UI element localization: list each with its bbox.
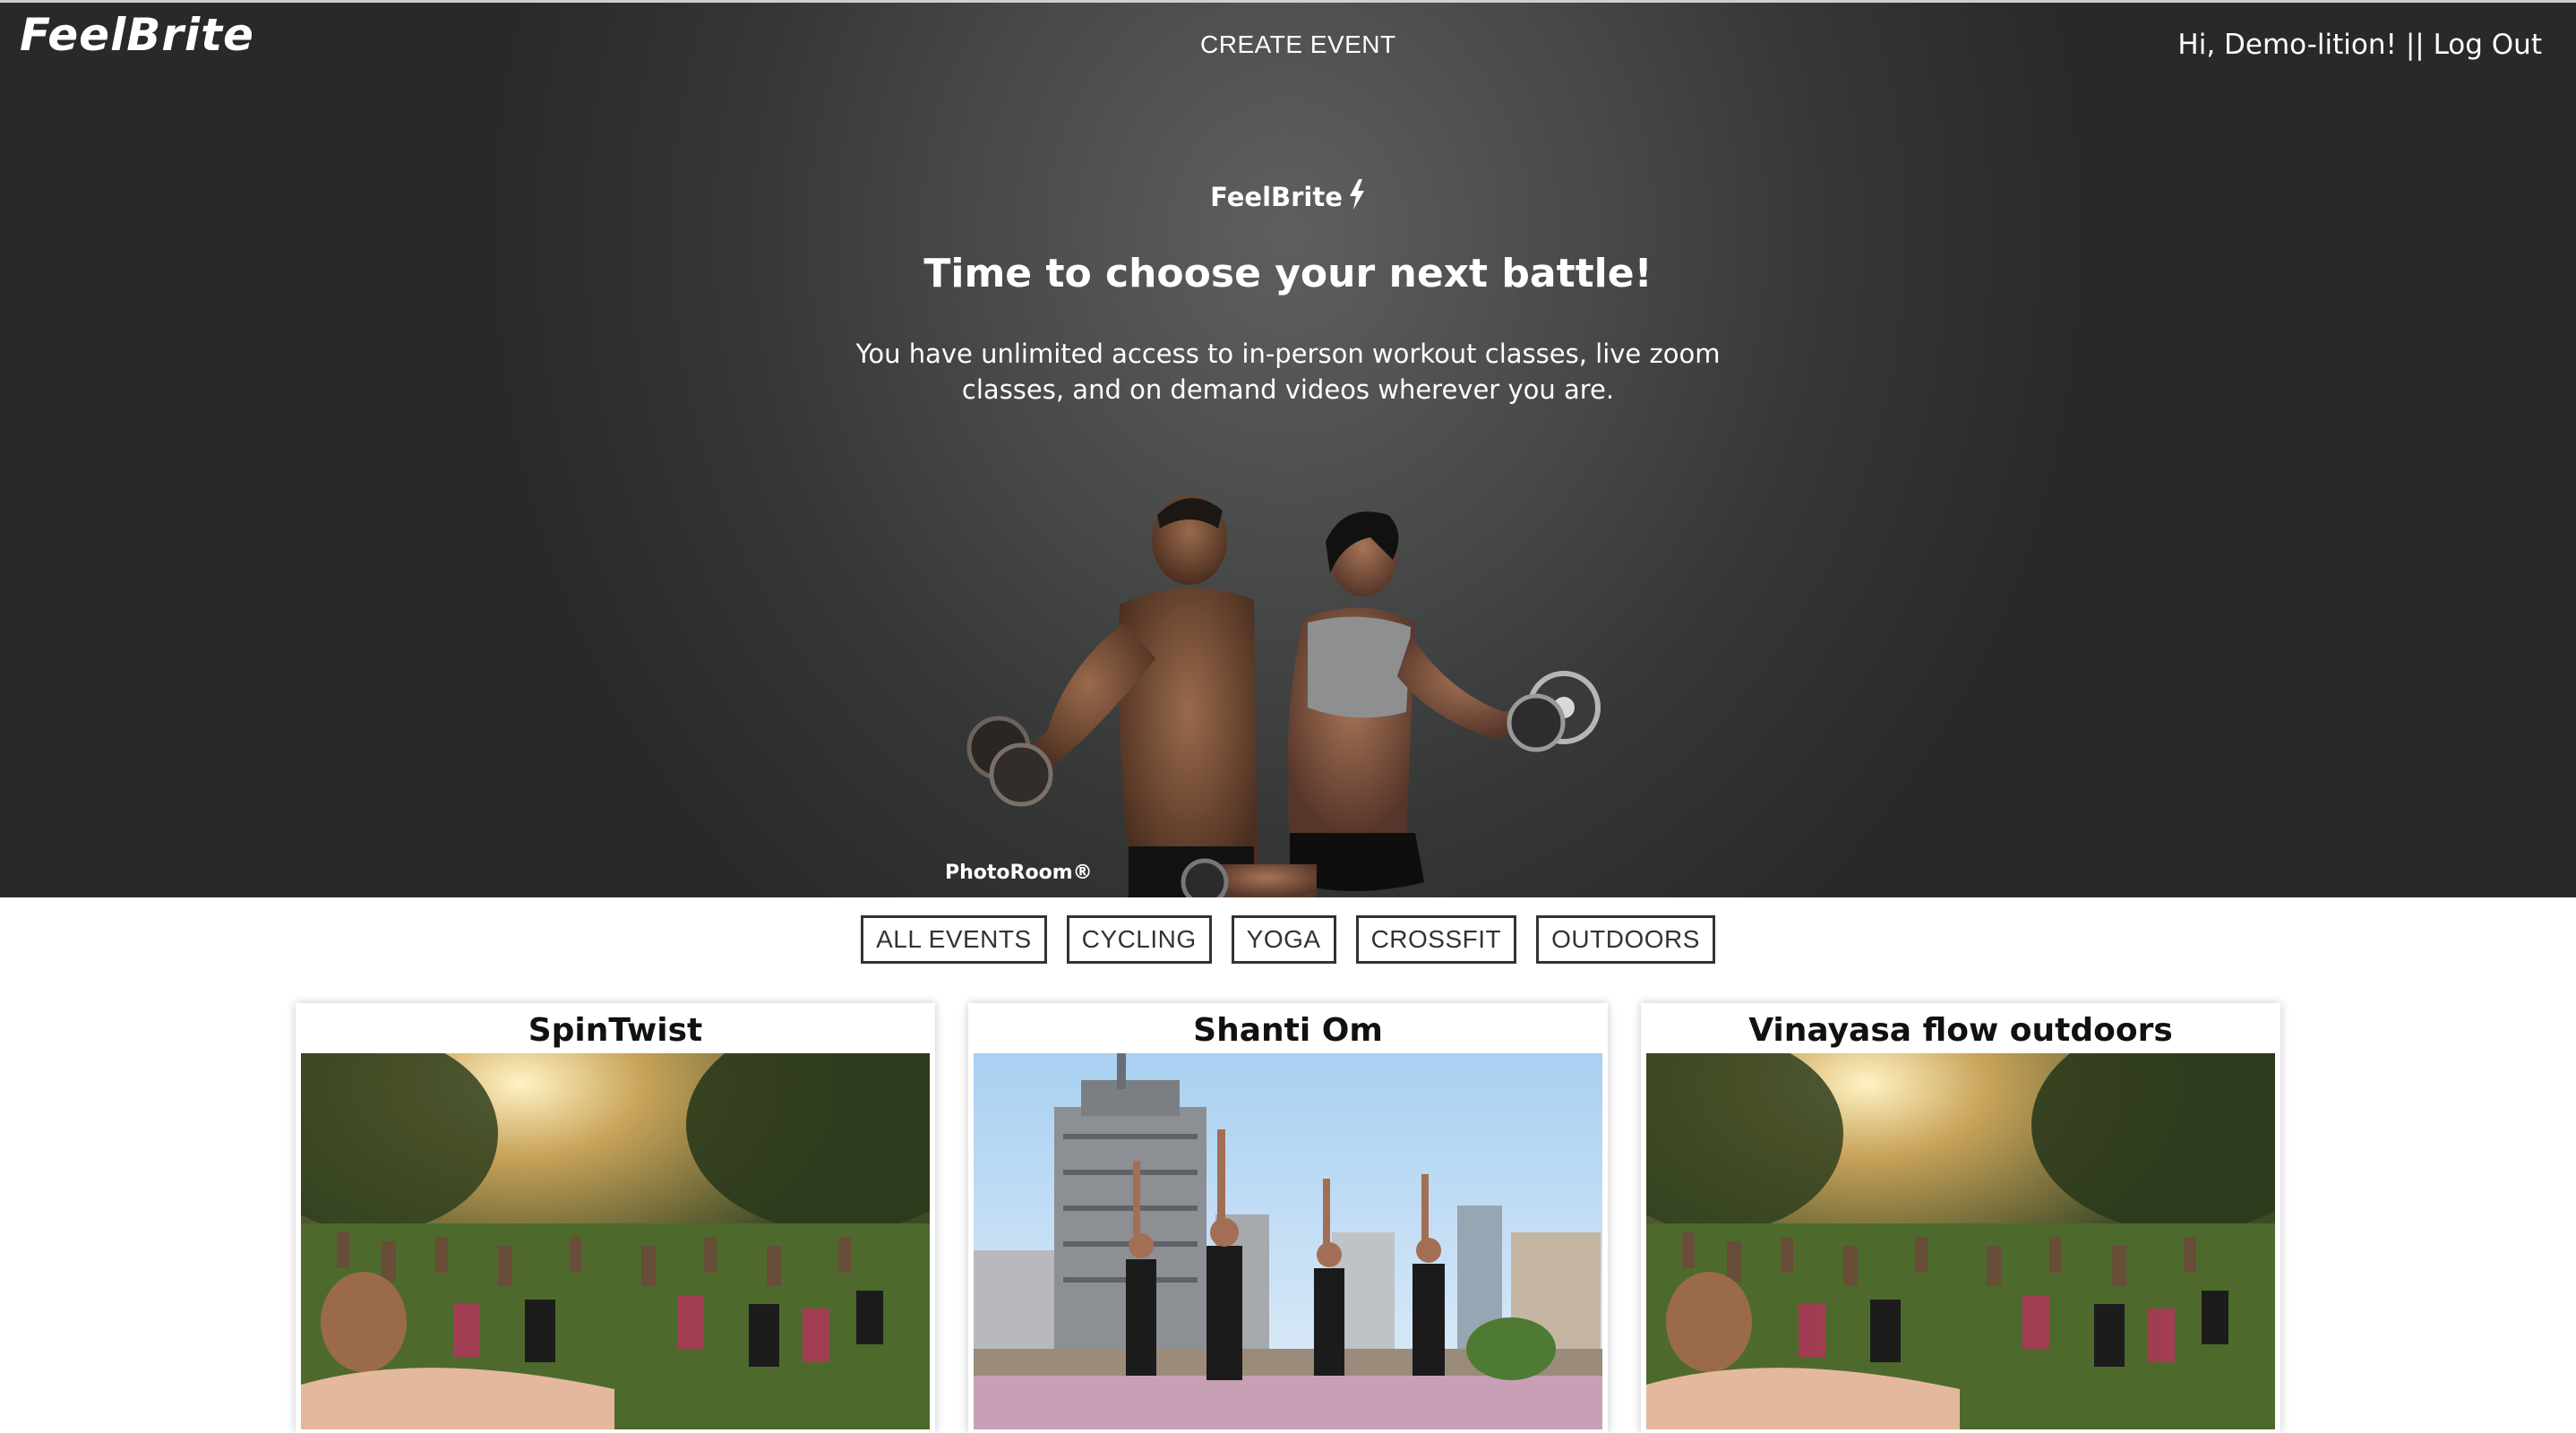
- filter-cycling-button[interactable]: CYCLING: [1066, 915, 1212, 964]
- event-card-image[interactable]: [974, 1053, 1602, 1429]
- event-card[interactable]: Vinayasa flow outdoors: [1641, 1003, 2280, 1433]
- lightning-bolt-icon: [1349, 179, 1364, 210]
- event-card-image[interactable]: [301, 1053, 930, 1429]
- filter-outdoors-button[interactable]: OUTDOORS: [1536, 915, 1715, 964]
- photoroom-watermark: PhotoRoom®: [945, 862, 1093, 884]
- filter-yoga-button[interactable]: YOGA: [1231, 915, 1336, 964]
- filter-crossfit-button[interactable]: CROSSFIT: [1355, 915, 1517, 964]
- event-card-title[interactable]: SpinTwist: [296, 1012, 935, 1049]
- nav-separator: ||: [2405, 29, 2425, 61]
- user-nav: Hi, Demo-lition! || Log Out: [2177, 29, 2542, 61]
- user-greeting: Hi, Demo-lition!: [2177, 29, 2397, 61]
- site-logo[interactable]: FeelBrite: [20, 9, 254, 61]
- event-card[interactable]: Shanti Om: [968, 1003, 1608, 1433]
- logout-link[interactable]: Log Out: [2434, 29, 2542, 61]
- event-card[interactable]: SpinTwist: [296, 1003, 935, 1433]
- event-card-title[interactable]: Shanti Om: [968, 1012, 1608, 1049]
- create-event-link[interactable]: CREATE EVENT: [1200, 30, 1396, 59]
- event-card-title[interactable]: Vinayasa flow outdoors: [1641, 1012, 2280, 1049]
- event-card-image[interactable]: [1646, 1053, 2275, 1429]
- hero-banner: FeelBrite CREATE EVENT Hi, Demo-lition! …: [0, 0, 2576, 897]
- category-filter-bar: ALL EVENTS CYCLING YOGA CROSSFIT OUTDOOR…: [0, 915, 2576, 964]
- top-border: [0, 0, 2576, 3]
- hero-brand-text: FeelBrite: [1210, 182, 1343, 212]
- filter-all-events-button[interactable]: ALL EVENTS: [861, 915, 1047, 964]
- hero-subtext: You have unlimited access to in-person w…: [855, 339, 1721, 405]
- hero-brand: FeelBrite: [0, 179, 2576, 212]
- hero-headline: Time to choose your next battle!: [923, 251, 1653, 296]
- event-cards-grid: SpinTwist Shanti Om Vinayasa flow outdoo…: [296, 1003, 2280, 1433]
- athletes-illustration: [966, 495, 1601, 897]
